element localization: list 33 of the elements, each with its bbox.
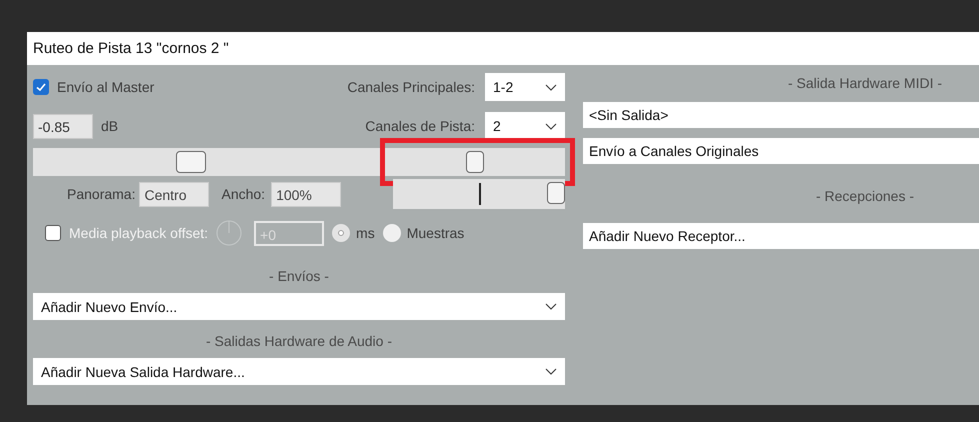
width-label: Ancho:: [221, 186, 266, 202]
panorama-label: Panorama:: [67, 186, 136, 202]
caret-icon: [545, 84, 557, 90]
audio-outputs-dropdown[interactable]: Añadir Nueva Salida Hardware...: [33, 358, 565, 385]
media-offset-label: Media playback offset:: [69, 225, 208, 241]
width-field[interactable]: 100%: [271, 182, 342, 206]
width-slider[interactable]: [393, 179, 565, 209]
receives-heading: - Recepciones -: [814, 187, 916, 206]
unit-radio[interactable]: ms: [332, 224, 375, 242]
slider-thumb[interactable]: [547, 182, 565, 204]
pan-slider[interactable]: [385, 148, 565, 176]
master-send-checkbox[interactable]: Envío al Master: [33, 79, 154, 95]
main-channels-label: Canales Principales:: [347, 79, 475, 95]
window-title: Ruteo de Pista 13 "cornos 2 ": [33, 40, 229, 57]
track-channels-dropdown[interactable]: 2: [485, 112, 565, 140]
unit-radio[interactable]: Muestras: [382, 224, 464, 242]
slider-thumb[interactable]: [176, 151, 206, 173]
midi-output-heading: - Salida Hardware MIDI -: [786, 74, 944, 93]
slider-thumb[interactable]: [466, 151, 484, 173]
sends-heading: - Envíos -: [268, 267, 330, 286]
volume-field[interactable]: -0.85: [33, 114, 93, 138]
caret-icon: [545, 122, 557, 130]
track-channels-label: Canales de Pista:: [365, 118, 475, 134]
caret-icon: [545, 368, 557, 375]
panorama-field[interactable]: Centro: [139, 182, 210, 206]
unit-label: dB: [101, 118, 118, 134]
sends-dropdown[interactable]: Añadir Nuevo Envío...: [33, 293, 565, 320]
midi-output-field[interactable]: <Sin Salida>: [583, 102, 979, 128]
audio-outputs-heading: - Salidas Hardware de Audio -: [205, 332, 393, 351]
midi-output-field[interactable]: Envío a Canales Originales: [583, 138, 979, 164]
caret-icon: [545, 303, 557, 310]
receives-dropdown[interactable]: Añadir Nuevo Receptor...: [583, 223, 979, 249]
main-channels-dropdown[interactable]: 1-2: [485, 73, 565, 101]
